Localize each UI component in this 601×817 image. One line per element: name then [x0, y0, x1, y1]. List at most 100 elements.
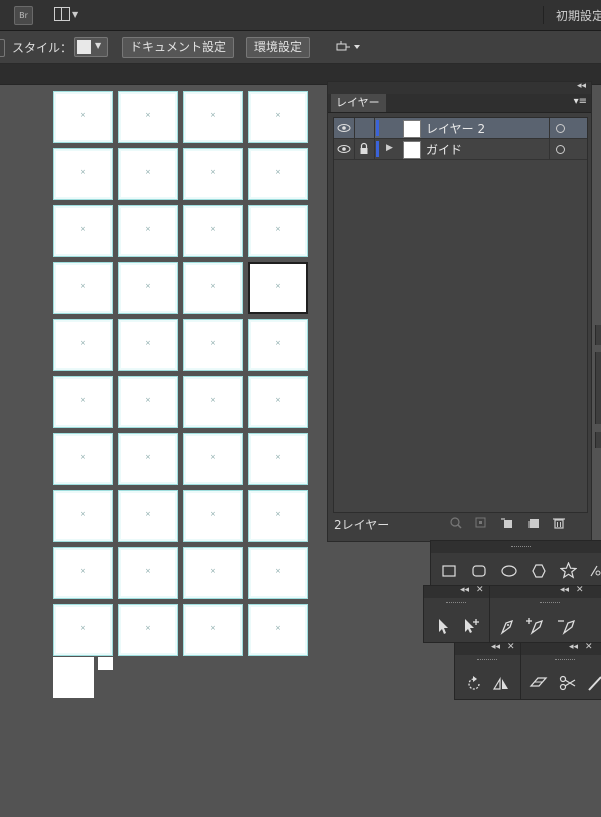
target-button[interactable]	[549, 139, 588, 159]
reflect-tool-icon[interactable]	[492, 675, 510, 693]
collapse-icon[interactable]: ◂◂	[560, 585, 569, 595]
add-anchor-point-tool-icon[interactable]	[526, 616, 548, 635]
artboard[interactable]: ×	[248, 604, 308, 656]
artboard[interactable]: ×	[53, 376, 113, 428]
artboard[interactable]: ×	[183, 376, 243, 428]
visibility-toggle[interactable]	[334, 118, 355, 138]
panel-menu-icon[interactable]: ▾≡	[574, 96, 587, 107]
star-tool-icon[interactable]	[560, 562, 577, 579]
visibility-toggle[interactable]	[334, 139, 355, 159]
workspace-switcher[interactable]: 初期設定	[556, 7, 601, 24]
artboard[interactable]: ×	[248, 433, 308, 485]
artboard[interactable]: ×	[53, 148, 113, 200]
artboard[interactable]: ×	[248, 376, 308, 428]
graphic-style-dropdown[interactable]: ▼	[74, 37, 108, 57]
artboard[interactable]: ×	[183, 547, 243, 599]
group-selection-tool-icon[interactable]	[462, 616, 482, 634]
small-white-object[interactable]	[98, 657, 113, 670]
new-layer-icon[interactable]	[527, 517, 541, 529]
artboard[interactable]: ×	[118, 91, 178, 143]
close-icon[interactable]: ✕	[576, 585, 584, 595]
flare-tool-icon[interactable]	[589, 564, 601, 578]
collapsed-panel-edge[interactable]	[595, 325, 601, 345]
rectangle-tool-icon[interactable]	[441, 564, 457, 578]
tab-layers[interactable]: レイヤー	[331, 94, 386, 112]
target-button[interactable]	[549, 118, 588, 138]
artboard[interactable]: ×	[248, 91, 308, 143]
layer-row[interactable]: ▶ ガイド	[334, 139, 587, 160]
clipping-mask-icon[interactable]	[474, 517, 488, 529]
artboard[interactable]: ×	[53, 205, 113, 257]
lock-toggle[interactable]	[354, 139, 375, 159]
artboard[interactable]: ×	[53, 604, 113, 656]
artboard[interactable]: ×	[248, 262, 308, 314]
arrange-documents-button[interactable]: ▼	[54, 7, 82, 23]
knife-tool-icon[interactable]	[587, 674, 601, 692]
close-icon[interactable]: ✕	[476, 585, 484, 595]
artboard[interactable]: ×	[53, 91, 113, 143]
artboard[interactable]: ×	[118, 319, 178, 371]
scissors-tool-icon[interactable]	[559, 675, 577, 691]
bridge-button[interactable]: Br	[14, 6, 33, 25]
document-setup-button[interactable]: ドキュメント設定	[122, 37, 235, 58]
artboard[interactable]: ×	[53, 433, 113, 485]
eraser-tool-icon[interactable]	[529, 675, 549, 691]
collapsed-panel-edge[interactable]	[595, 352, 601, 424]
artboard[interactable]: ×	[248, 205, 308, 257]
artboard[interactable]: ×	[248, 547, 308, 599]
artboard[interactable]: ×	[118, 547, 178, 599]
white-square-object[interactable]	[53, 657, 94, 698]
panel-header[interactable]	[431, 541, 601, 553]
lock-toggle[interactable]	[354, 118, 375, 138]
close-icon[interactable]: ✕	[507, 642, 515, 652]
artboard[interactable]: ×	[183, 262, 243, 314]
rounded-rectangle-tool-icon[interactable]	[471, 564, 487, 578]
artboard[interactable]: ×	[53, 319, 113, 371]
layer-name[interactable]: ガイド	[426, 141, 462, 158]
expand-triangle-icon[interactable]: ▶	[386, 143, 393, 153]
collapse-icon[interactable]: ◂◂	[491, 642, 500, 652]
artboard[interactable]: ×	[118, 205, 178, 257]
preferences-button[interactable]: 環境設定	[246, 37, 311, 58]
artboard[interactable]: ×	[183, 319, 243, 371]
artboard[interactable]: ×	[118, 148, 178, 200]
artboard[interactable]: ×	[53, 547, 113, 599]
collapse-icon[interactable]: ◂◂	[460, 585, 469, 595]
artboard[interactable]: ×	[53, 490, 113, 542]
artboard[interactable]: ×	[118, 604, 178, 656]
artboard[interactable]: ×	[183, 604, 243, 656]
artboard[interactable]: ×	[118, 433, 178, 485]
new-sublayer-icon[interactable]	[500, 517, 514, 529]
rotate-tool-icon[interactable]	[465, 675, 483, 693]
artboard[interactable]: ×	[248, 490, 308, 542]
artboard[interactable]: ×	[183, 205, 243, 257]
artboard[interactable]: ×	[183, 148, 243, 200]
artboard[interactable]: ×	[53, 262, 113, 314]
artboard[interactable]: ×	[118, 262, 178, 314]
panel-header[interactable]: ◂◂ ✕	[455, 642, 521, 660]
align-options-icon[interactable]	[336, 40, 360, 54]
locate-object-icon[interactable]	[449, 517, 463, 529]
layer-row[interactable]: レイヤー 2	[334, 118, 587, 139]
close-icon[interactable]: ✕	[585, 642, 593, 652]
selection-tool-icon[interactable]	[436, 617, 450, 635]
delete-anchor-point-tool-icon[interactable]	[558, 616, 580, 635]
trash-icon[interactable]	[552, 517, 566, 529]
layer-name[interactable]: レイヤー 2	[426, 120, 485, 137]
panel-header[interactable]: ◂◂ ✕	[424, 585, 490, 603]
collapse-icon[interactable]: ◂◂	[569, 642, 578, 652]
artboard[interactable]: ×	[183, 490, 243, 542]
collapse-icon[interactable]: ◂◂	[577, 81, 586, 91]
artboard[interactable]: ×	[183, 433, 243, 485]
polygon-tool-icon[interactable]	[531, 563, 547, 579]
panel-header[interactable]: ◂◂ ✕	[521, 642, 601, 660]
panel-header[interactable]: ◂◂ ✕	[490, 585, 601, 603]
artboard[interactable]: ×	[248, 319, 308, 371]
pen-tool-icon[interactable]	[498, 617, 518, 635]
panel-title-bar[interactable]: ◂◂	[328, 81, 591, 94]
ellipse-tool-icon[interactable]	[500, 564, 518, 578]
artboard[interactable]: ×	[118, 490, 178, 542]
collapsed-panel-edge[interactable]	[595, 432, 601, 448]
artboard[interactable]: ×	[118, 376, 178, 428]
artboard[interactable]: ×	[183, 91, 243, 143]
